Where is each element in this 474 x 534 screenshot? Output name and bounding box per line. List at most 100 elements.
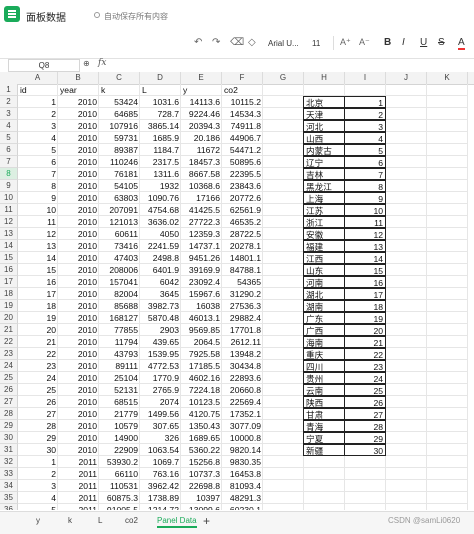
data-cell[interactable]: 4 (18, 132, 58, 144)
province-id-cell[interactable]: 3 (344, 120, 386, 132)
data-cell[interactable]: 66110 (99, 468, 140, 480)
data-cell[interactable]: 2010 (58, 120, 99, 132)
data-cell[interactable]: 10123.5 (181, 396, 222, 408)
province-name-cell[interactable]: 山西 (303, 132, 345, 144)
province-id-cell[interactable]: 30 (344, 444, 386, 456)
data-cell[interactable]: 17166 (181, 192, 222, 204)
data-cell[interactable]: 16453.8 (222, 468, 263, 480)
province-id-cell[interactable]: 21 (344, 336, 386, 348)
data-cell[interactable]: 2903 (140, 324, 181, 336)
data-cell[interactable]: 2010 (58, 360, 99, 372)
data-cell[interactable]: 3 (18, 120, 58, 132)
header-cell-L[interactable]: L (140, 84, 181, 96)
province-name-cell[interactable]: 黑龙江 (303, 180, 345, 192)
row-header[interactable]: 8 (0, 168, 18, 180)
data-cell[interactable]: 14113.6 (181, 96, 222, 108)
data-cell[interactable]: 2011 (58, 504, 99, 510)
data-cell[interactable]: 2010 (58, 384, 99, 396)
data-cell[interactable]: 2010 (58, 396, 99, 408)
province-name-cell[interactable]: 河南 (303, 276, 345, 288)
data-cell[interactable]: 16038 (181, 300, 222, 312)
italic-button[interactable]: I (402, 37, 405, 48)
data-cell[interactable]: 763.16 (140, 468, 181, 480)
strikethrough-button[interactable]: S (438, 37, 445, 48)
data-cell[interactable]: 9 (18, 192, 58, 204)
data-cell[interactable]: 1685.9 (140, 132, 181, 144)
sheet-tab-k[interactable]: k (68, 516, 72, 525)
column-header-h[interactable]: H (304, 72, 345, 84)
data-cell[interactable]: 3865.14 (140, 120, 181, 132)
data-cell[interactable]: 46535.2 (222, 216, 263, 228)
column-header-a[interactable]: A (18, 72, 58, 84)
data-cell[interactable]: 14737.1 (181, 240, 222, 252)
row-header[interactable]: 36 (0, 504, 18, 510)
row-header[interactable]: 7 (0, 156, 18, 168)
column-header-j[interactable]: J (386, 72, 427, 84)
province-id-cell[interactable]: 9 (344, 192, 386, 204)
header-cell-year[interactable]: year (58, 84, 99, 96)
sheet-tab-l[interactable]: L (98, 516, 102, 525)
data-cell[interactable]: 25 (18, 384, 58, 396)
data-cell[interactable]: 54365 (222, 276, 263, 288)
data-cell[interactable]: 3636.02 (140, 216, 181, 228)
data-cell[interactable]: 31290.2 (222, 288, 263, 300)
data-cell[interactable]: 2010 (58, 228, 99, 240)
data-cell[interactable]: 14534.3 (222, 108, 263, 120)
data-cell[interactable]: 52131 (99, 384, 140, 396)
row-header[interactable]: 29 (0, 420, 18, 432)
cell-reference-box[interactable]: Q8 (8, 59, 80, 72)
province-name-cell[interactable]: 海南 (303, 336, 345, 348)
data-cell[interactable]: 22909 (99, 444, 140, 456)
data-cell[interactable]: 5 (18, 144, 58, 156)
province-name-cell[interactable]: 上海 (303, 192, 345, 204)
data-cell[interactable]: 1350.43 (181, 420, 222, 432)
data-cell[interactable]: 9569.85 (181, 324, 222, 336)
row-header[interactable]: 10 (0, 192, 18, 204)
row-header[interactable]: 6 (0, 144, 18, 156)
row-header[interactable]: 18 (0, 288, 18, 300)
data-cell[interactable]: 728.7 (140, 108, 181, 120)
data-cell[interactable]: 7925.58 (181, 348, 222, 360)
data-cell[interactable]: 2010 (58, 156, 99, 168)
data-cell[interactable]: 9820.14 (222, 444, 263, 456)
data-cell[interactable]: 15 (18, 264, 58, 276)
province-id-cell[interactable]: 29 (344, 432, 386, 444)
column-header-i[interactable]: I (345, 72, 386, 84)
province-name-cell[interactable]: 江苏 (303, 204, 345, 216)
province-id-cell[interactable]: 25 (344, 384, 386, 396)
data-cell[interactable]: 84788.1 (222, 264, 263, 276)
data-cell[interactable]: 12 (18, 228, 58, 240)
row-header[interactable]: 9 (0, 180, 18, 192)
data-cell[interactable]: 1069.7 (140, 456, 181, 468)
data-cell[interactable]: 13948.2 (222, 348, 263, 360)
data-cell[interactable]: 2010 (58, 252, 99, 264)
data-cell[interactable]: 9830.35 (222, 456, 263, 468)
data-cell[interactable]: 7 (18, 168, 58, 180)
data-cell[interactable]: 22698.8 (181, 480, 222, 492)
font-size-select[interactable]: 11 (312, 39, 320, 48)
data-cell[interactable]: 8667.58 (181, 168, 222, 180)
data-cell[interactable]: 10737.3 (181, 468, 222, 480)
data-cell[interactable]: 21779 (99, 408, 140, 420)
data-cell[interactable]: 4 (18, 492, 58, 504)
column-header-g[interactable]: G (263, 72, 304, 84)
data-cell[interactable]: 2010 (58, 180, 99, 192)
row-header[interactable]: 23 (0, 348, 18, 360)
data-cell[interactable]: 27536.3 (222, 300, 263, 312)
data-cell[interactable]: 8 (18, 180, 58, 192)
data-cell[interactable]: 60230.1 (222, 504, 263, 510)
data-cell[interactable]: 17352.1 (222, 408, 263, 420)
data-cell[interactable]: 110531 (99, 480, 140, 492)
data-cell[interactable]: 60611 (99, 228, 140, 240)
row-header[interactable]: 24 (0, 360, 18, 372)
data-cell[interactable]: 5870.48 (140, 312, 181, 324)
data-cell[interactable]: 41425.5 (181, 204, 222, 216)
row-header[interactable]: 34 (0, 480, 18, 492)
data-cell[interactable]: 77855 (99, 324, 140, 336)
data-cell[interactable]: 2 (18, 108, 58, 120)
province-name-cell[interactable]: 广西 (303, 324, 345, 336)
row-header[interactable]: 13 (0, 228, 18, 240)
data-cell[interactable]: 82004 (99, 288, 140, 300)
data-cell[interactable]: 3645 (140, 288, 181, 300)
data-cell[interactable]: 23 (18, 360, 58, 372)
